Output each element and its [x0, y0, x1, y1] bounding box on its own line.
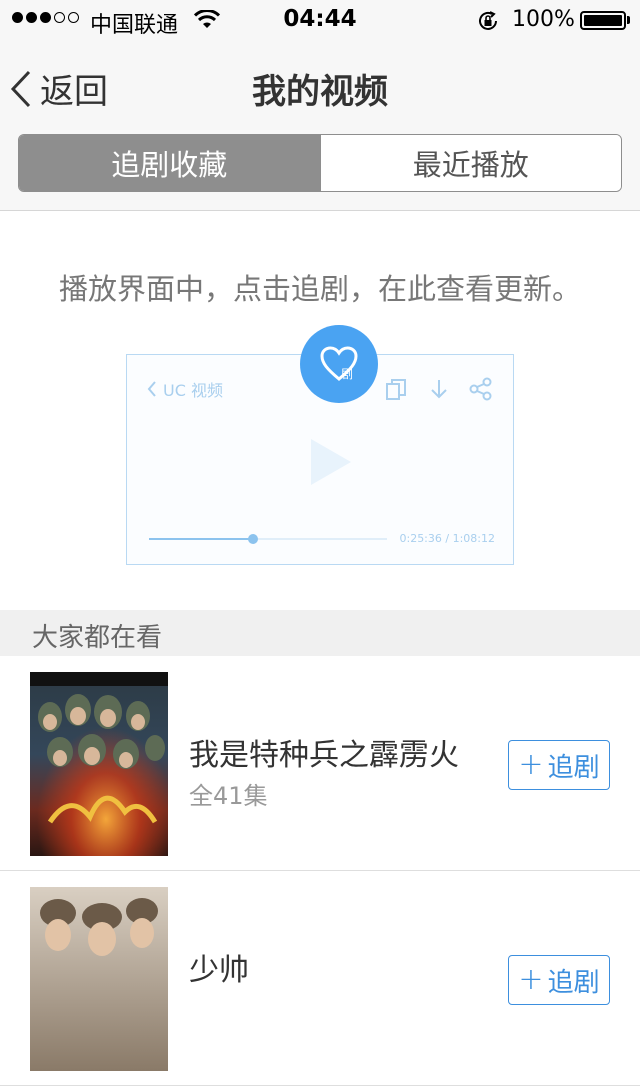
show-episodes: 全41集: [189, 782, 268, 810]
copy-icon: [386, 379, 406, 400]
section-title: 大家都在看: [32, 623, 163, 653]
share-icon: [469, 377, 492, 401]
follow-button[interactable]: + 追剧: [508, 955, 610, 1005]
tab-favorites[interactable]: 追剧收藏: [19, 135, 320, 191]
play-icon: [311, 439, 351, 485]
follow-button[interactable]: + 追剧: [508, 740, 610, 790]
player-source-label: UC 视频: [163, 381, 223, 400]
download-icon: [431, 380, 447, 399]
plus-icon: +: [518, 747, 544, 782]
section-header: 大家都在看: [0, 610, 640, 656]
battery-percent: 100%: [512, 7, 575, 32]
player-time: 0:25:36 / 1:08:12: [399, 532, 495, 545]
battery-icon: [580, 11, 626, 30]
player-toolbar: [385, 377, 493, 401]
poster-thumbnail: [30, 672, 168, 856]
status-bar: 中国联通 04:44 100%: [0, 0, 640, 40]
segmented-control: 追剧收藏 最近播放: [18, 134, 622, 192]
rotation-lock-icon: [479, 11, 497, 30]
tab-recent[interactable]: 最近播放: [319, 135, 621, 191]
follow-button-label: 追剧: [547, 752, 600, 783]
progress-track: [149, 534, 387, 544]
show-title: 我是特种兵之霹雳火: [189, 738, 459, 773]
show-title: 少帅: [189, 953, 249, 988]
fav-badge: 剧: [341, 367, 354, 381]
plus-icon: +: [518, 962, 544, 997]
follow-button-label: 追剧: [547, 967, 600, 998]
list-item[interactable]: 我是特种兵之霹雳火 全41集 + 追剧: [0, 656, 640, 871]
player-source: UC 视频: [147, 377, 223, 401]
progress-knob: [247, 534, 258, 544]
battery-tip: [627, 16, 630, 24]
chevron-left-icon: [147, 381, 156, 397]
list-item[interactable]: 少帅 + 追剧: [0, 871, 640, 1086]
navigation-bar: 返回 我的视频: [0, 40, 640, 128]
poster-thumbnail: [30, 887, 168, 1071]
progress-fill: [149, 538, 253, 540]
page-title: 我的视频: [252, 72, 388, 112]
follow-button-illustration: 剧: [300, 325, 378, 403]
segment-bar: 追剧收藏 最近播放: [0, 128, 640, 211]
empty-state-hint: 播放界面中，点击追剧，在此查看更新。: [58, 272, 581, 306]
